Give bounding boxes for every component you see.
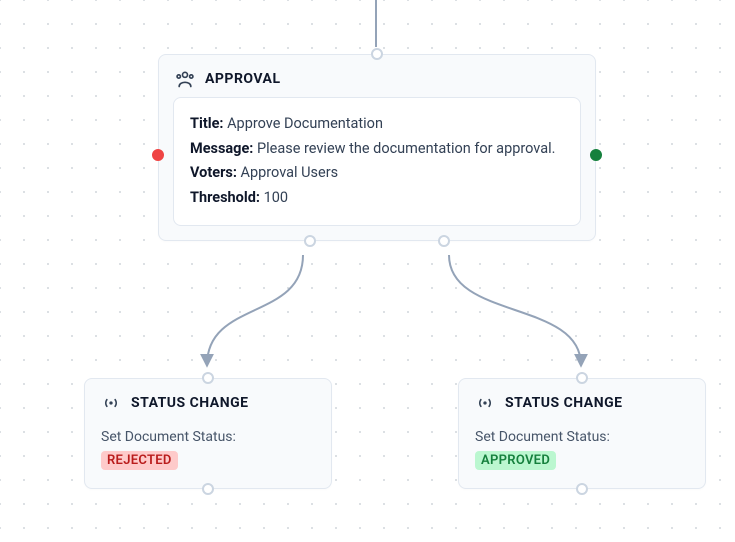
field-title-label: Title: [190,115,223,132]
approval-header: APPROVAL [159,55,595,97]
handle-in-top[interactable] [371,48,383,60]
status-change-body: Set Document Status: REJECTED [85,421,331,488]
field-message-value: Please review the documentation for appr… [257,140,555,157]
approval-title: APPROVAL [205,71,281,87]
field-message-label: Message: [190,140,253,157]
field-voters-label: Voters: [190,164,237,181]
status-badge: APPROVED [475,451,556,470]
status-caption: Set Document Status: [475,429,689,445]
status-change-body: Set Document Status: APPROVED [459,421,705,488]
status-change-node-rejected[interactable]: STATUS CHANGE Set Document Status: REJEC… [84,378,332,489]
status-change-header: STATUS CHANGE [85,379,331,421]
field-threshold-label: Threshold: [190,189,260,206]
status-change-header: STATUS CHANGE [459,379,705,421]
status-change-title: STATUS CHANGE [505,395,623,411]
status-change-title: STATUS CHANGE [131,395,249,411]
handle-in-top[interactable] [576,372,588,384]
field-title-value: Approve Documentation [227,115,383,132]
handle-out-bottom[interactable] [576,483,588,495]
broadcast-icon [475,393,495,413]
approval-node[interactable]: APPROVAL Title: Approve Documentation Me… [158,54,596,241]
handle-out-left[interactable] [304,235,316,247]
handle-out-right[interactable] [438,235,450,247]
handle-out-bottom[interactable] [202,483,214,495]
field-voters-value: Approval Users [241,164,339,181]
status-badge: REJECTED [101,451,178,470]
approval-details: Title: Approve Documentation Message: Pl… [173,97,581,226]
field-threshold-value: 100 [264,189,288,206]
status-caption: Set Document Status: [101,429,315,445]
users-icon [175,69,195,89]
broadcast-icon [101,393,121,413]
workflow-canvas[interactable]: APPROVAL Title: Approve Documentation Me… [0,0,735,542]
handle-approve[interactable] [590,149,602,161]
status-change-node-approved[interactable]: STATUS CHANGE Set Document Status: APPRO… [458,378,706,489]
handle-reject[interactable] [152,149,164,161]
handle-in-top[interactable] [202,372,214,384]
